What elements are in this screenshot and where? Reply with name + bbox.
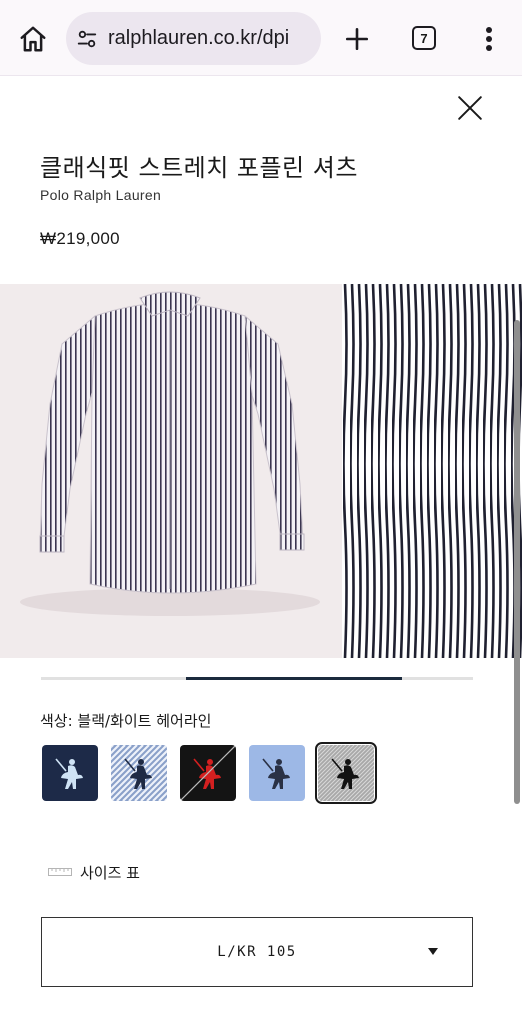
tab-count: 7 [420, 30, 428, 46]
product-title: 클래식핏 스트레치 포플린 셔츠 [40, 154, 358, 182]
size-chart-label[interactable]: 사이즈 표 [80, 862, 140, 883]
color-swatch-navy[interactable] [42, 745, 98, 801]
product-image-gallery[interactable] [0, 284, 522, 658]
more-vert-icon [486, 27, 492, 51]
gallery-progress-indicator [185, 677, 402, 680]
polo-player-icon [180, 745, 236, 801]
tab-switcher-button[interactable]: 7 [408, 22, 440, 54]
size-dropdown-value[interactable]: L/KR 105 [217, 944, 296, 960]
color-swatch-light-blue[interactable] [249, 745, 305, 801]
gallery-progress-track [41, 677, 473, 680]
size-dropdown[interactable]: L/KR 105 [41, 917, 473, 987]
product-price: ₩219,000 [40, 229, 120, 248]
color-swatch-black-white-hairline[interactable] [315, 742, 377, 804]
product-image-shirt[interactable] [0, 284, 342, 658]
address-bar[interactable]: ralphlauren.co.kr/dpi [66, 12, 321, 65]
tune-icon[interactable] [76, 28, 98, 50]
page-scrollbar[interactable] [514, 320, 520, 804]
selected-color-label: 색상: 블랙/화이트 헤어라인 [40, 712, 212, 730]
plus-icon [345, 27, 369, 51]
size-chart-link[interactable]: 사이즈 표 [48, 860, 140, 884]
caret-down-icon [428, 948, 438, 955]
fabric-detail-illustration [343, 284, 522, 658]
new-tab-button[interactable] [338, 20, 376, 58]
color-swatch-blue-white-stripe[interactable] [111, 745, 167, 801]
tab-switcher-icon: 7 [412, 26, 436, 50]
polo-player-icon [42, 745, 98, 801]
close-icon [458, 96, 482, 120]
browser-toolbar: ralphlauren.co.kr/dpi 7 [0, 0, 522, 76]
shirt-illustration [0, 284, 342, 658]
browser-menu-button[interactable] [474, 20, 504, 58]
url-text[interactable]: ralphlauren.co.kr/dpi [108, 27, 289, 50]
polo-player-icon [318, 745, 374, 801]
polo-player-icon [249, 745, 305, 801]
ruler-icon [48, 868, 72, 876]
polo-player-icon [111, 745, 167, 801]
home-button[interactable] [14, 20, 52, 58]
product-brand: Polo Ralph Lauren [40, 187, 162, 203]
product-image-fabric-detail[interactable] [343, 284, 522, 658]
color-swatch-black[interactable] [180, 745, 236, 801]
home-icon [20, 26, 46, 52]
close-button[interactable] [452, 90, 488, 126]
